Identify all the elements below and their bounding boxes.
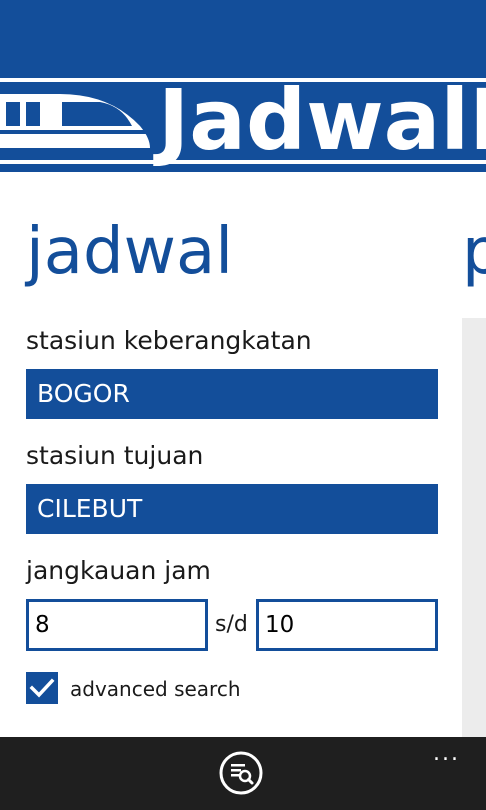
advanced-search-checkbox[interactable] <box>26 672 58 704</box>
departure-station-select[interactable]: BOGOR <box>26 369 438 419</box>
time-from-input[interactable] <box>26 599 208 651</box>
time-to-input[interactable] <box>256 599 438 651</box>
destination-station-select[interactable]: CILEBUT <box>26 484 438 534</box>
time-range-label: jangkauan jam <box>26 556 211 585</box>
train-icon <box>0 94 150 148</box>
search-schedule-icon <box>219 751 263 795</box>
advanced-search-label[interactable]: advanced search <box>70 674 241 704</box>
next-pivot-panel <box>462 318 486 738</box>
logo-text: JadwalKRL <box>158 71 486 169</box>
search-button[interactable] <box>219 751 263 795</box>
app-bar: ... <box>0 737 486 810</box>
destination-label: stasiun tujuan <box>26 441 204 470</box>
pivot-next-title[interactable]: p <box>462 210 486 294</box>
pivot-title[interactable]: jadwal <box>26 210 233 294</box>
app-header: JadwalKRL <box>0 0 486 172</box>
checkmark-icon <box>29 678 55 698</box>
departure-label: stasiun keberangkatan <box>26 326 312 355</box>
more-options-button[interactable]: ... <box>433 743 460 765</box>
time-separator: s/d <box>215 612 248 637</box>
